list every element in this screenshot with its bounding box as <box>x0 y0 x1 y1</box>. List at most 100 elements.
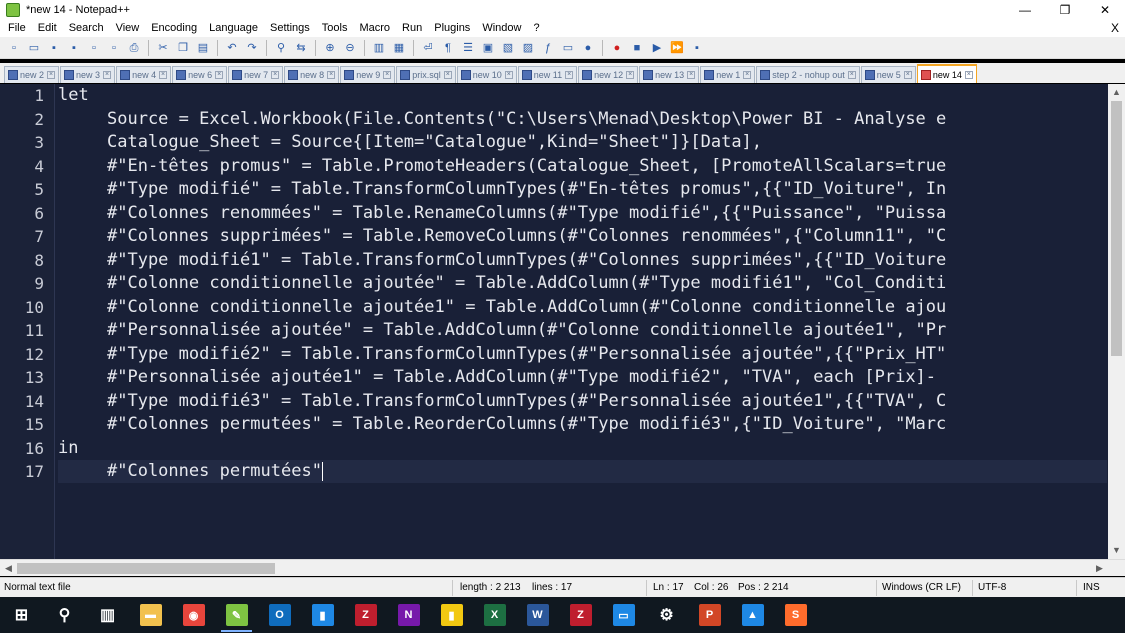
code-line[interactable]: let <box>58 84 89 107</box>
code-line[interactable]: #"Type modifié1" = Table.TransformColumn… <box>58 249 946 272</box>
code-line[interactable]: #"Colonne conditionnelle ajoutée" = Tabl… <box>58 272 946 295</box>
cut-icon[interactable]: ✂ <box>155 40 171 56</box>
word-wrap-icon[interactable]: ⏎ <box>420 40 436 56</box>
taskbar-file-explorer[interactable]: ▬ <box>129 597 172 633</box>
tab-new-1[interactable]: new 1 × <box>700 66 756 83</box>
redo-icon[interactable]: ↷ <box>244 40 260 56</box>
code-line[interactable]: #"Colonnes renommées" = Table.RenameColu… <box>58 202 946 225</box>
tab-new-9[interactable]: new 9 × <box>340 66 396 83</box>
taskbar-settings[interactable]: ⚙ <box>645 597 688 633</box>
replace-icon[interactable]: ⇆ <box>293 40 309 56</box>
code-line[interactable]: Catalogue_Sheet = Source{[Item="Catalogu… <box>58 131 762 154</box>
show-all-chars-icon[interactable]: ¶ <box>440 40 456 56</box>
horizontal-scroll-thumb[interactable] <box>17 563 275 574</box>
menu-window[interactable]: Window <box>476 19 527 37</box>
menu-help[interactable]: ? <box>527 19 545 37</box>
function-list-icon[interactable]: ƒ <box>540 40 556 56</box>
menu-tools[interactable]: Tools <box>316 19 354 37</box>
menu-run[interactable]: Run <box>396 19 428 37</box>
tab-new-6[interactable]: new 6 × <box>172 66 228 83</box>
play-macro-icon[interactable]: ▶ <box>649 40 665 56</box>
menu-plugins[interactable]: Plugins <box>428 19 476 37</box>
taskbar-onenote[interactable]: N <box>387 597 430 633</box>
tab-close-icon[interactable]: × <box>687 71 696 79</box>
menu-view[interactable]: View <box>110 19 146 37</box>
taskbar-search[interactable]: ⚲ <box>43 597 86 633</box>
print-icon[interactable]: ⎙ <box>126 40 142 56</box>
taskbar-chrome[interactable]: ◉ <box>172 597 215 633</box>
taskbar-powerpoint[interactable]: P <box>688 597 731 633</box>
taskbar-excel[interactable]: X <box>473 597 516 633</box>
close-file-icon[interactable]: ▫ <box>86 40 102 56</box>
tab-new-10[interactable]: new 10 × <box>456 66 517 83</box>
menu-settings[interactable]: Settings <box>264 19 316 37</box>
menu-edit[interactable]: Edit <box>32 19 63 37</box>
menu-macro[interactable]: Macro <box>353 19 396 37</box>
close-document-button[interactable]: X <box>1111 19 1119 37</box>
menu-encoding[interactable]: Encoding <box>145 19 203 37</box>
run-macro-multiple-icon[interactable]: ⏩ <box>669 40 685 56</box>
scroll-up-arrow-icon[interactable]: ▲ <box>1108 84 1125 101</box>
sync-vertical-icon[interactable]: ▥ <box>371 40 387 56</box>
doc-map-icon[interactable]: ▧ <box>500 40 516 56</box>
tab-new-13[interactable]: new 13 × <box>639 66 700 83</box>
find-icon[interactable]: ⚲ <box>273 40 289 56</box>
scroll-right-arrow-icon[interactable]: ▶ <box>1091 560 1108 577</box>
tab-close-icon[interactable]: × <box>964 70 973 79</box>
tab-close-icon[interactable]: × <box>159 71 168 79</box>
tab-close-icon[interactable]: × <box>626 71 635 79</box>
taskbar-filezilla[interactable]: Z <box>344 597 387 633</box>
maximize-button[interactable]: ❐ <box>1045 0 1085 19</box>
tab-new-7[interactable]: new 7 × <box>228 66 284 83</box>
tab-new-3[interactable]: new 3 × <box>60 66 116 83</box>
close-all-icon[interactable]: ▫ <box>106 40 122 56</box>
menu-file[interactable]: File <box>2 19 32 37</box>
tab-new-8[interactable]: new 8 × <box>284 66 340 83</box>
taskbar-sublime[interactable]: S <box>774 597 817 633</box>
code-line[interactable]: #"Type modifié3" = Table.TransformColumn… <box>58 390 946 413</box>
taskbar-photos[interactable]: ▲ <box>731 597 774 633</box>
save-icon[interactable]: ▪ <box>46 40 62 56</box>
monitoring-icon[interactable]: ● <box>580 40 596 56</box>
menu-language[interactable]: Language <box>203 19 264 37</box>
indent-guide-icon[interactable]: ☰ <box>460 40 476 56</box>
scroll-down-arrow-icon[interactable]: ▼ <box>1108 542 1125 559</box>
code-line[interactable]: Source = Excel.Workbook(File.Contents("C… <box>58 108 946 131</box>
minimize-button[interactable]: — <box>1005 0 1045 19</box>
tab-new-2[interactable]: new 2 × <box>4 66 60 83</box>
editor-area[interactable]: 1 2 3 4 5 6 7 8 9 10 11 12 13 14 15 16 17 let Source = Ex… <box>0 84 1125 559</box>
tab-close-icon[interactable]: × <box>565 71 574 79</box>
tab-close-icon[interactable]: × <box>847 71 856 79</box>
menu-search[interactable]: Search <box>63 19 110 37</box>
folder-workspace-icon[interactable]: ▭ <box>560 40 576 56</box>
stop-macro-icon[interactable]: ■ <box>629 40 645 56</box>
new-file-icon[interactable]: ▫ <box>6 40 22 56</box>
vertical-scrollbar[interactable]: ▲ ▼ <box>1108 84 1125 559</box>
scroll-left-arrow-icon[interactable]: ◀ <box>0 560 17 577</box>
zoom-out-icon[interactable]: ⊖ <box>342 40 358 56</box>
paste-icon[interactable]: ▤ <box>195 40 211 56</box>
taskbar-power-bi[interactable]: ▮ <box>430 597 473 633</box>
tab-new-4[interactable]: new 4 × <box>116 66 172 83</box>
tab-close-icon[interactable]: × <box>903 71 912 79</box>
horizontal-scrollbar[interactable]: ◀ ▶ <box>0 559 1125 576</box>
zoom-in-icon[interactable]: ⊕ <box>322 40 338 56</box>
tab-close-icon[interactable]: × <box>47 71 56 79</box>
open-file-icon[interactable]: ▭ <box>26 40 42 56</box>
code-line[interactable]: #"Type modifié" = Table.TransformColumnT… <box>58 178 946 201</box>
code-view[interactable]: let Source = Excel.Workbook(File.Contents… <box>58 84 1107 559</box>
code-line[interactable]: #"Colonnes permutées" = Table.ReorderCol… <box>58 413 946 436</box>
tab-close-icon[interactable]: × <box>271 71 280 79</box>
tab-new-12[interactable]: new 12 × <box>578 66 639 83</box>
code-line[interactable]: #"Personnalisée ajoutée1" = Table.AddCol… <box>58 366 936 389</box>
undo-icon[interactable]: ↶ <box>224 40 240 56</box>
tab-prix-sql[interactable]: prix.sql × <box>396 66 456 83</box>
tab-close-icon[interactable]: × <box>327 71 336 79</box>
sync-horizontal-icon[interactable]: ▦ <box>391 40 407 56</box>
udl-icon[interactable]: ▣ <box>480 40 496 56</box>
code-line[interactable]: #"En-têtes promus" = Table.PromoteHeader… <box>58 155 946 178</box>
tab-new-14[interactable]: new 14 × <box>916 64 977 83</box>
taskbar-windows-start[interactable]: ⊞ <box>0 597 43 633</box>
code-line[interactable]: #"Colonnes supprimées" = Table.RemoveCol… <box>58 225 946 248</box>
tab-close-icon[interactable]: × <box>443 71 452 79</box>
